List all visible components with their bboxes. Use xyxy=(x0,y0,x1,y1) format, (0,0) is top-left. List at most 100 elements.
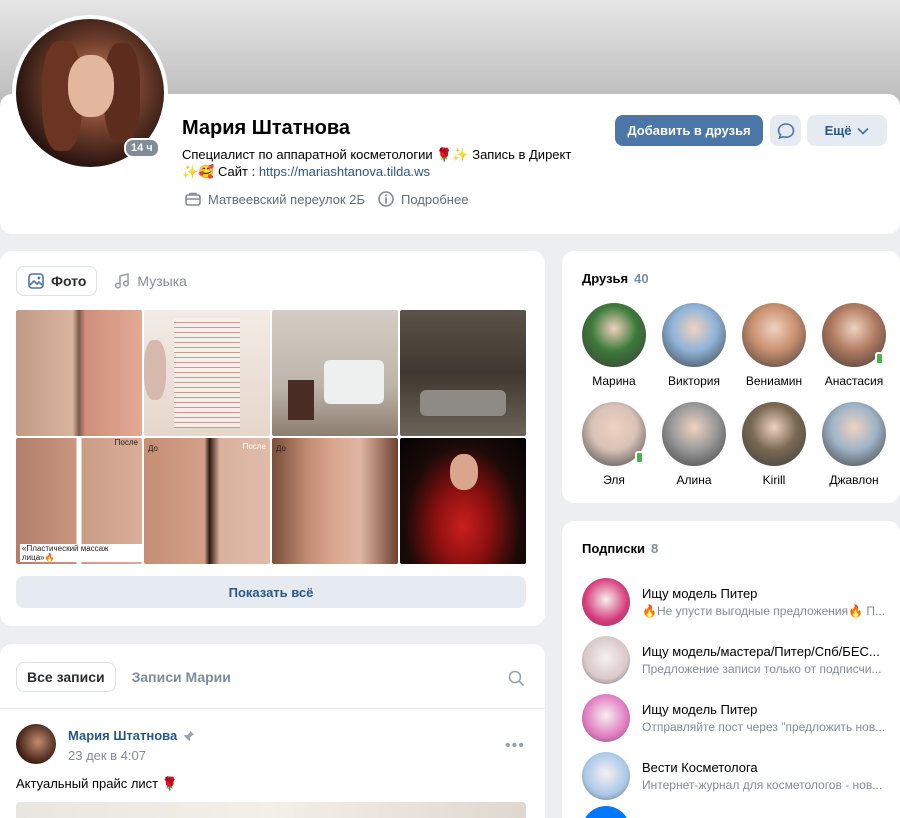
friend-avatar[interactable] xyxy=(822,402,886,466)
subscription-text: Ищу модель Питер Отправляйте пост через "… xyxy=(642,702,888,734)
friends-card: Друзья 40 Марина Виктория Вениамин Анастасия… xyxy=(562,251,900,503)
subscription-item[interactable]: Вести Косметолога Интернет-журнал для кос… xyxy=(582,747,892,805)
photo-label-after: После xyxy=(242,442,266,451)
photo-label-before: До xyxy=(276,444,286,453)
subscription-item[interactable]: Ищу модель Питер 🔥Не упусти выгодные пред… xyxy=(582,573,892,631)
address-text: Матвеевский переулок 2Б xyxy=(208,191,365,207)
post-image[interactable] xyxy=(16,802,526,818)
post-author[interactable]: Мария Штатнова xyxy=(68,728,195,743)
message-icon xyxy=(777,122,794,139)
friend-avatar[interactable] xyxy=(662,402,726,466)
friends-count: 40 xyxy=(634,271,649,286)
subscription-description: Предложение записи только от подписчи... xyxy=(642,662,882,676)
subscription-text: Ищу модель Питер 🔥Не упусти выгодные пред… xyxy=(642,586,888,618)
subscription-avatar[interactable] xyxy=(582,694,630,742)
subscriptions-count: 8 xyxy=(650,541,659,556)
wall-tabs: Все записи Записи Марии xyxy=(16,662,241,692)
profile-status: Специалист по аппаратной косметологии 🌹✨… xyxy=(182,146,602,180)
message-button[interactable] xyxy=(770,115,801,146)
photo-thumb[interactable]: До xyxy=(272,438,398,564)
more-info-link[interactable]: Подробнее xyxy=(377,190,468,208)
friend-item[interactable]: Марина xyxy=(574,303,654,388)
tab-photos-label: Фото xyxy=(51,273,87,289)
tab-all-posts[interactable]: Все записи xyxy=(16,662,116,692)
subscription-avatar[interactable] xyxy=(582,752,630,800)
subscription-avatar[interactable] xyxy=(582,806,630,818)
photo-thumb[interactable] xyxy=(16,310,142,436)
subscription-description: Интернет-журнал для косметологов - нов..… xyxy=(642,778,883,792)
photo-thumb[interactable]: До После xyxy=(144,438,270,564)
photo-thumb[interactable] xyxy=(144,310,270,436)
photo-label-before: До xyxy=(148,444,158,453)
subscription-avatar[interactable] xyxy=(582,578,630,626)
subscriptions-title[interactable]: Подписки 8 xyxy=(582,541,658,556)
search-icon[interactable] xyxy=(507,669,525,687)
add-friend-button[interactable]: Добавить в друзья xyxy=(615,115,763,146)
friend-item[interactable]: Вениамин xyxy=(734,303,814,388)
tab-own-posts[interactable]: Записи Марии xyxy=(122,662,241,692)
friend-name: Марина xyxy=(592,374,636,388)
friend-avatar[interactable] xyxy=(582,303,646,367)
friend-item[interactable]: Эля xyxy=(574,402,654,487)
subscription-item[interactable]: Ищу модель/мастера/Питер/Спб/БЕС... Предл… xyxy=(582,631,892,689)
subscriptions-card: Подписки 8 Ищу модель Питер 🔥Не упусти выг… xyxy=(562,521,900,818)
friends-title-label: Друзья xyxy=(582,271,629,286)
post-author-avatar[interactable] xyxy=(16,724,56,764)
friend-name: Алина xyxy=(676,473,712,487)
status-text-2: ✨🥰 Сайт : xyxy=(182,164,259,179)
post-text: Актуальный прайс лист 🌹 xyxy=(16,776,178,791)
more-label: Ещё xyxy=(824,123,852,138)
divider xyxy=(0,708,545,709)
post-author-name: Мария Штатнова xyxy=(68,728,178,743)
friend-avatar[interactable] xyxy=(582,402,646,466)
tab-photos[interactable]: Фото xyxy=(16,266,98,296)
friend-name: Эля xyxy=(603,473,625,487)
friend-item[interactable]: Алина xyxy=(654,402,734,487)
photo-icon xyxy=(28,273,44,289)
photo-thumb[interactable] xyxy=(400,438,526,564)
chevron-down-icon xyxy=(857,127,870,135)
post-menu-icon[interactable]: ••• xyxy=(505,737,525,755)
friend-name: Анастасия xyxy=(824,374,884,388)
friend-name: Виктория xyxy=(667,374,720,388)
pin-icon xyxy=(184,730,195,741)
friend-item[interactable]: Kirill xyxy=(734,402,814,487)
friend-name: Джавлон xyxy=(829,473,879,487)
subscription-description: 🔥Не упусти выгодные предложения🔥 П... xyxy=(642,604,885,618)
photo-grid: После «Пластический массаж лица»🔥 До Пос… xyxy=(16,310,526,564)
show-all-photos-button[interactable]: Показать всё xyxy=(16,576,526,608)
friend-item[interactable]: Виктория xyxy=(654,303,734,388)
photo-thumb[interactable] xyxy=(272,310,398,436)
subscription-item[interactable]: Ищу модель Питер Отправляйте пост через "… xyxy=(582,689,892,747)
friend-avatar[interactable] xyxy=(742,402,806,466)
more-button[interactable]: Ещё xyxy=(807,115,887,146)
friend-name: Вениамин xyxy=(745,374,803,388)
friend-avatar[interactable] xyxy=(742,303,806,367)
subscription-name[interactable]: Вести Косметолога xyxy=(642,760,888,775)
friend-name: Kirill xyxy=(762,473,786,487)
online-mobile-icon xyxy=(875,352,884,365)
photo-thumb[interactable]: После «Пластический массаж лица»🔥 xyxy=(16,438,142,564)
status-text: Специалист по аппаратной косметологии 🌹✨… xyxy=(182,147,572,162)
photo-label-after: После xyxy=(114,438,138,447)
briefcase-icon xyxy=(185,192,201,206)
address-item: Матвеевский переулок 2Б xyxy=(184,190,365,208)
site-link[interactable]: https://mariashtanova.tilda.ws xyxy=(259,164,430,179)
photo-thumb[interactable] xyxy=(400,310,526,436)
subscription-name[interactable]: Ищу модель Питер xyxy=(642,586,888,601)
subscription-avatar[interactable] xyxy=(582,636,630,684)
info-icon xyxy=(378,191,394,207)
friend-avatar[interactable] xyxy=(662,303,726,367)
friend-item[interactable]: Джавлон xyxy=(814,402,894,487)
post-date[interactable]: 23 дек в 4:07 xyxy=(68,748,146,763)
friends-title[interactable]: Друзья 40 xyxy=(582,271,649,286)
friend-item[interactable]: Анастасия xyxy=(814,303,894,388)
subscription-name[interactable]: Ищу модель Питер xyxy=(642,702,888,717)
wall-card: Все записи Записи Марии Мария Штатнова 2… xyxy=(0,644,545,818)
profile-name: Мария Штатнова xyxy=(182,117,351,139)
subscription-name[interactable]: Ищу модель/мастера/Питер/Спб/БЕС... xyxy=(642,644,888,659)
friend-avatar[interactable] xyxy=(822,303,886,367)
profile-meta: Матвеевский переулок 2Б Подробнее xyxy=(184,190,480,208)
tab-music[interactable]: Музыка xyxy=(103,266,197,296)
photo-caption: «Пластический массаж лица»🔥 xyxy=(20,544,142,562)
